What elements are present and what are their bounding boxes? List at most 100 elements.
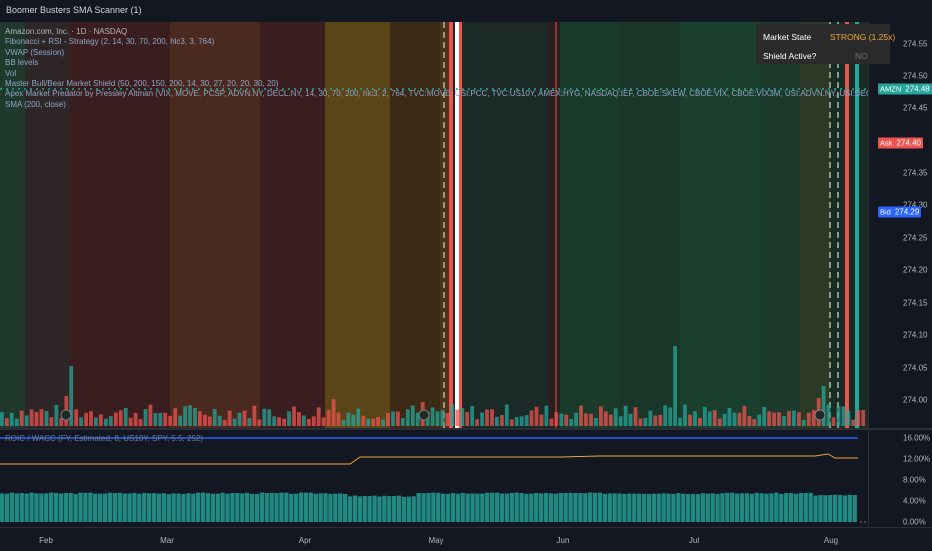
- legend-line-apex[interactable]: Apex Market Predator by Pressley Altman …: [5, 89, 868, 99]
- ask-price-tag: Ask 274.40: [878, 137, 923, 149]
- legend-line-fib-rsi[interactable]: Fibonacci + RSI - Strategy (2, 14, 30, 7…: [5, 37, 868, 47]
- volume-bar: [712, 410, 717, 426]
- roic-column: [529, 493, 534, 522]
- roic-column: [730, 492, 735, 522]
- volume-bar: [79, 417, 83, 426]
- roic-column: [499, 493, 505, 522]
- roic-column: [509, 492, 514, 522]
- roic-column: [833, 494, 838, 522]
- volume-bar: [84, 412, 88, 426]
- roic-column: [328, 493, 333, 522]
- roic-column: [583, 493, 588, 522]
- roic-column: [347, 496, 353, 522]
- roic-chart[interactable]: [0, 430, 868, 527]
- bid-price-tag: Bid 274.29: [878, 206, 922, 218]
- roic-column: [441, 493, 446, 522]
- roic-column: [470, 493, 475, 522]
- volume-bar: [212, 409, 217, 426]
- volume-bar: [232, 418, 237, 426]
- roic-column: [588, 492, 593, 522]
- legend-line-bb[interactable]: BB levels: [5, 58, 868, 68]
- roic-column: [632, 493, 637, 522]
- roic-column: [651, 493, 656, 522]
- volume-bar: [618, 416, 623, 426]
- volume-bar: [351, 414, 356, 426]
- roic-column: [793, 493, 799, 522]
- volume-bar: [698, 418, 702, 426]
- volume-bar: [29, 409, 34, 426]
- roic-legend[interactable]: ROIC / WACC (FY, Estimated, 8, US10Y, SP…: [5, 434, 203, 443]
- roic-column: [0, 493, 5, 522]
- volume-bar: [470, 405, 475, 426]
- volume-bar: [9, 412, 14, 426]
- legend-line-shield[interactable]: Master Bull/Bear Market Shield (50, 200,…: [5, 79, 868, 89]
- volume-bar: [440, 409, 445, 426]
- volume-bar: [410, 405, 415, 426]
- volume-bar: [188, 405, 192, 426]
- roic-column: [524, 493, 529, 522]
- roic-column: [543, 492, 549, 522]
- volume-bar: [707, 411, 712, 426]
- volume-bar: [356, 408, 361, 426]
- roic-column: [744, 493, 750, 522]
- volume-bar: [435, 411, 440, 426]
- roic-column: [676, 493, 681, 522]
- roic-column: [112, 493, 117, 522]
- roic-column: [102, 493, 108, 522]
- volume-bar: [534, 406, 539, 426]
- volume-bar: [821, 386, 826, 426]
- volume-bar: [752, 419, 757, 426]
- roic-column: [617, 493, 622, 522]
- roic-column: [284, 492, 289, 522]
- roic-axis[interactable]: 16.00% 12.00% 8.00% 4.00% 0.00%: [868, 430, 932, 527]
- volume-bar: [5, 418, 9, 426]
- volume-bar: [742, 405, 747, 426]
- legend-line-vwap[interactable]: VWAP (Session): [5, 48, 868, 58]
- roic-column: [230, 493, 235, 522]
- price-pane[interactable]: Amazon.com, Inc. · 1D · NASDAQ Fibonacci…: [0, 22, 868, 428]
- roic-column: [828, 495, 833, 522]
- symbol-legend[interactable]: Amazon.com, Inc. · 1D · NASDAQ: [5, 27, 868, 37]
- roic-column: [343, 494, 348, 522]
- roic-column: [558, 492, 563, 522]
- volume-bar: [628, 413, 633, 426]
- volume-bar: [108, 416, 113, 426]
- time-axis[interactable]: Feb Mar Apr May Jun Jul Aug: [0, 527, 932, 551]
- volume-bar: [648, 410, 653, 426]
- roic-column: [401, 496, 407, 522]
- volume-bar: [490, 409, 494, 426]
- title-bar: Boomer Busters SMA Scanner (1): [0, 0, 932, 23]
- roic-column: [68, 493, 73, 522]
- roic-column: [465, 493, 470, 522]
- roic-column: [210, 493, 215, 522]
- market-state-label: Market State: [763, 32, 812, 42]
- volume-bar: [400, 418, 405, 426]
- volume-bar: [747, 416, 752, 426]
- volume-bar: [34, 412, 39, 426]
- roic-column: [661, 493, 666, 522]
- roic-column: [122, 493, 127, 522]
- roic-column: [333, 493, 338, 522]
- volume-bar: [321, 417, 326, 426]
- symbol-tag-label: AMZN: [880, 84, 902, 94]
- roic-column: [421, 493, 426, 522]
- roic-column: [303, 492, 309, 522]
- roic-tick: 12.00%: [903, 454, 931, 464]
- roic-column: [847, 494, 852, 522]
- roic-column: [646, 493, 652, 522]
- volume-bar: [311, 416, 316, 426]
- volume-bar: [633, 407, 638, 426]
- volume-bar: [178, 415, 182, 426]
- volume-bar: [99, 414, 103, 426]
- month-label: Jul: [688, 536, 700, 545]
- legend-line-sma[interactable]: SMA (200, close): [5, 100, 868, 110]
- roic-column: [93, 493, 98, 522]
- roic-column: [764, 493, 769, 522]
- roic-column: [39, 493, 44, 522]
- roic-column: [607, 493, 612, 522]
- legend-line-vol[interactable]: Vol: [5, 69, 868, 79]
- roic-pane[interactable]: ROIC / WACC (FY, Estimated, 8, US10Y, SP…: [0, 430, 868, 527]
- volume-bar: [767, 411, 772, 426]
- roic-column: [823, 495, 828, 522]
- volume-bar: [504, 404, 509, 426]
